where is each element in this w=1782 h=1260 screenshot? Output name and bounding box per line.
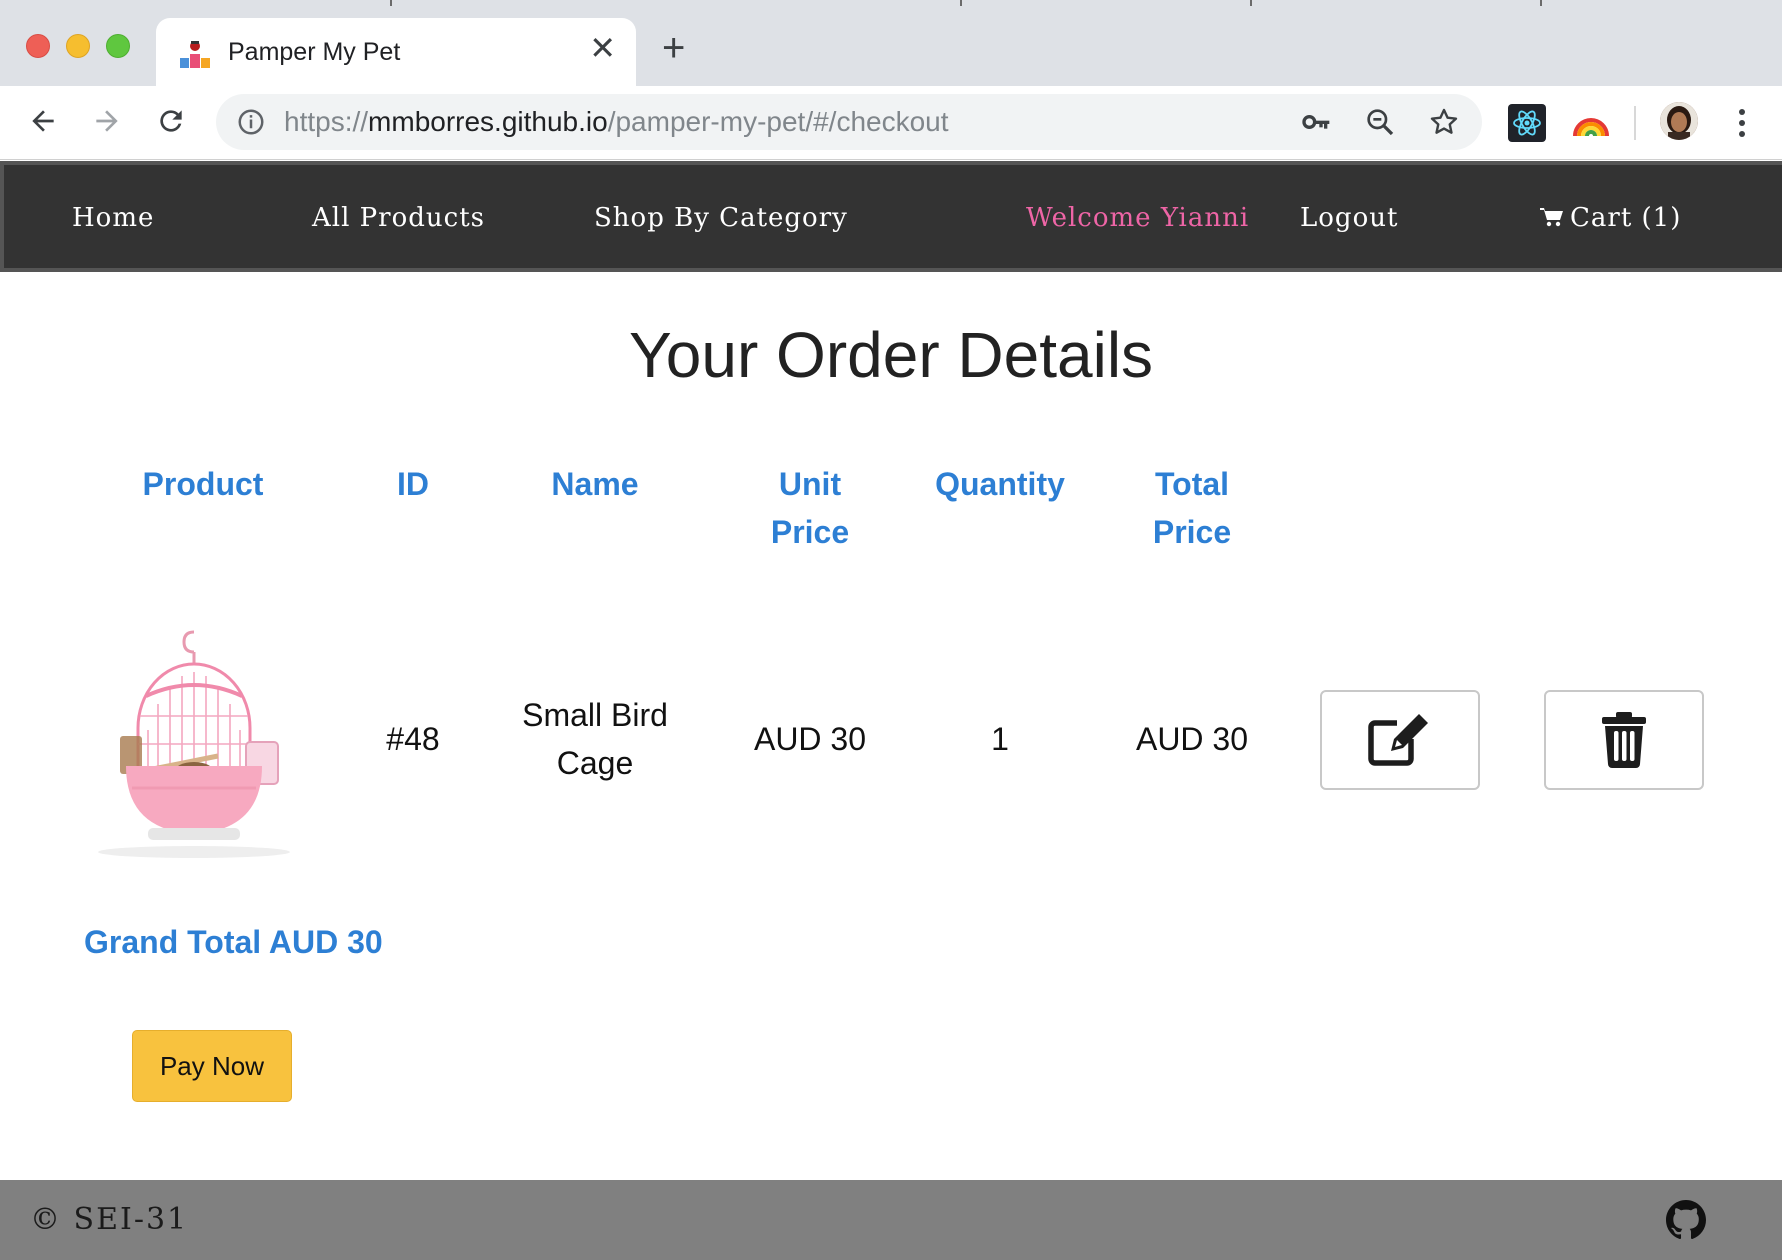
- tab-separator: [1540, 0, 1542, 6]
- nav-home-link[interactable]: Home: [72, 203, 154, 233]
- row-name-line1: Small Bird: [522, 697, 668, 733]
- edit-item-button[interactable]: [1320, 690, 1480, 790]
- url-scheme: https://: [284, 106, 369, 137]
- browser-toolbar: https://mmborres.github.io/pamper-my-pet…: [0, 86, 1782, 160]
- row-unit-price: AUD 30: [753, 721, 867, 757]
- header-product: Product: [142, 466, 264, 502]
- address-bar[interactable]: https://mmborres.github.io/pamper-my-pet…: [216, 94, 1482, 150]
- row-name-line2: Cage: [556, 745, 634, 781]
- tab-separator: [960, 0, 962, 6]
- react-devtools-icon[interactable]: [1508, 104, 1546, 142]
- row-quantity: 1: [991, 721, 1009, 757]
- profile-avatar[interactable]: [1660, 102, 1698, 140]
- avatar-face-icon: [1660, 102, 1698, 140]
- header-total-price: Total Price: [1102, 460, 1282, 556]
- github-icon[interactable]: [1666, 1200, 1706, 1240]
- pay-now-button[interactable]: Pay Now: [132, 1030, 292, 1102]
- header-total-price-line2: Price: [1152, 514, 1232, 550]
- row-id: #48: [386, 721, 440, 757]
- toolbar-separator: [1634, 106, 1636, 140]
- url-path: /pamper-my-pet/#/checkout: [607, 106, 949, 137]
- more-menu-icon[interactable]: [1738, 108, 1746, 138]
- star-icon[interactable]: [1428, 106, 1460, 138]
- header-quantity: Quantity: [935, 466, 1065, 502]
- cart-icon: [1540, 208, 1563, 227]
- new-tab-button[interactable]: +: [662, 28, 685, 68]
- footer: © SEI-31: [0, 1180, 1782, 1260]
- header-unit-price: Unit Price: [720, 460, 900, 556]
- page-title: Your Order Details: [628, 319, 1154, 391]
- nav-shop-by-category-link[interactable]: Shop By Category: [594, 203, 848, 233]
- header-unit-price-line2: Price: [770, 514, 850, 550]
- site-navbar: Home All Products Shop By Category Welco…: [0, 161, 1782, 272]
- reload-icon[interactable]: [146, 96, 196, 146]
- nav-welcome-user: Welcome Yianni: [1026, 203, 1250, 233]
- url-text[interactable]: https://mmborres.github.io/pamper-my-pet…: [284, 106, 949, 138]
- nav-cart-link[interactable]: Cart (1): [1540, 203, 1681, 233]
- key-icon[interactable]: [1300, 106, 1332, 138]
- cart-label: Cart (1): [1570, 203, 1682, 233]
- tab-title: Pamper My Pet: [228, 38, 401, 66]
- footer-copyright: © SEI-31: [30, 1202, 189, 1237]
- delete-item-button[interactable]: [1544, 690, 1704, 790]
- forward-icon[interactable]: [82, 96, 132, 146]
- url-host: mmborres.github.io: [368, 106, 608, 137]
- tab-separator: [390, 0, 392, 6]
- back-icon[interactable]: [18, 96, 68, 146]
- header-id: ID: [397, 466, 429, 502]
- trash-icon: [1602, 712, 1646, 768]
- rainbow-extension-icon[interactable]: [1572, 104, 1610, 142]
- maximize-window-button[interactable]: [106, 34, 130, 58]
- minimize-window-button[interactable]: [66, 34, 90, 58]
- tab-separator: [1250, 0, 1252, 6]
- product-image-bird-cage: [98, 630, 290, 858]
- grand-total: Grand Total AUD 30: [84, 924, 383, 960]
- edit-icon: [1368, 714, 1428, 766]
- row-total-price: AUD 30: [1135, 721, 1249, 757]
- header-name: Name: [551, 466, 639, 502]
- close-window-button[interactable]: [26, 34, 50, 58]
- zoom-out-icon[interactable]: [1364, 106, 1396, 138]
- nav-all-products-link[interactable]: All Products: [312, 203, 485, 233]
- close-tab-icon[interactable]: ✕: [589, 32, 616, 64]
- header-total-price-line1: Total: [1154, 466, 1230, 502]
- info-icon[interactable]: [236, 107, 266, 137]
- row-name: Small Bird Cage: [495, 691, 695, 787]
- nav-logout-link[interactable]: Logout: [1300, 203, 1398, 233]
- header-unit-price-line1: Unit: [778, 466, 842, 502]
- pet-favicon-icon: [180, 41, 210, 68]
- tab-pamper-my-pet[interactable]: Pamper My Pet ✕: [156, 18, 636, 86]
- browser-tab-bar: Pamper My Pet ✕ +: [0, 0, 1782, 86]
